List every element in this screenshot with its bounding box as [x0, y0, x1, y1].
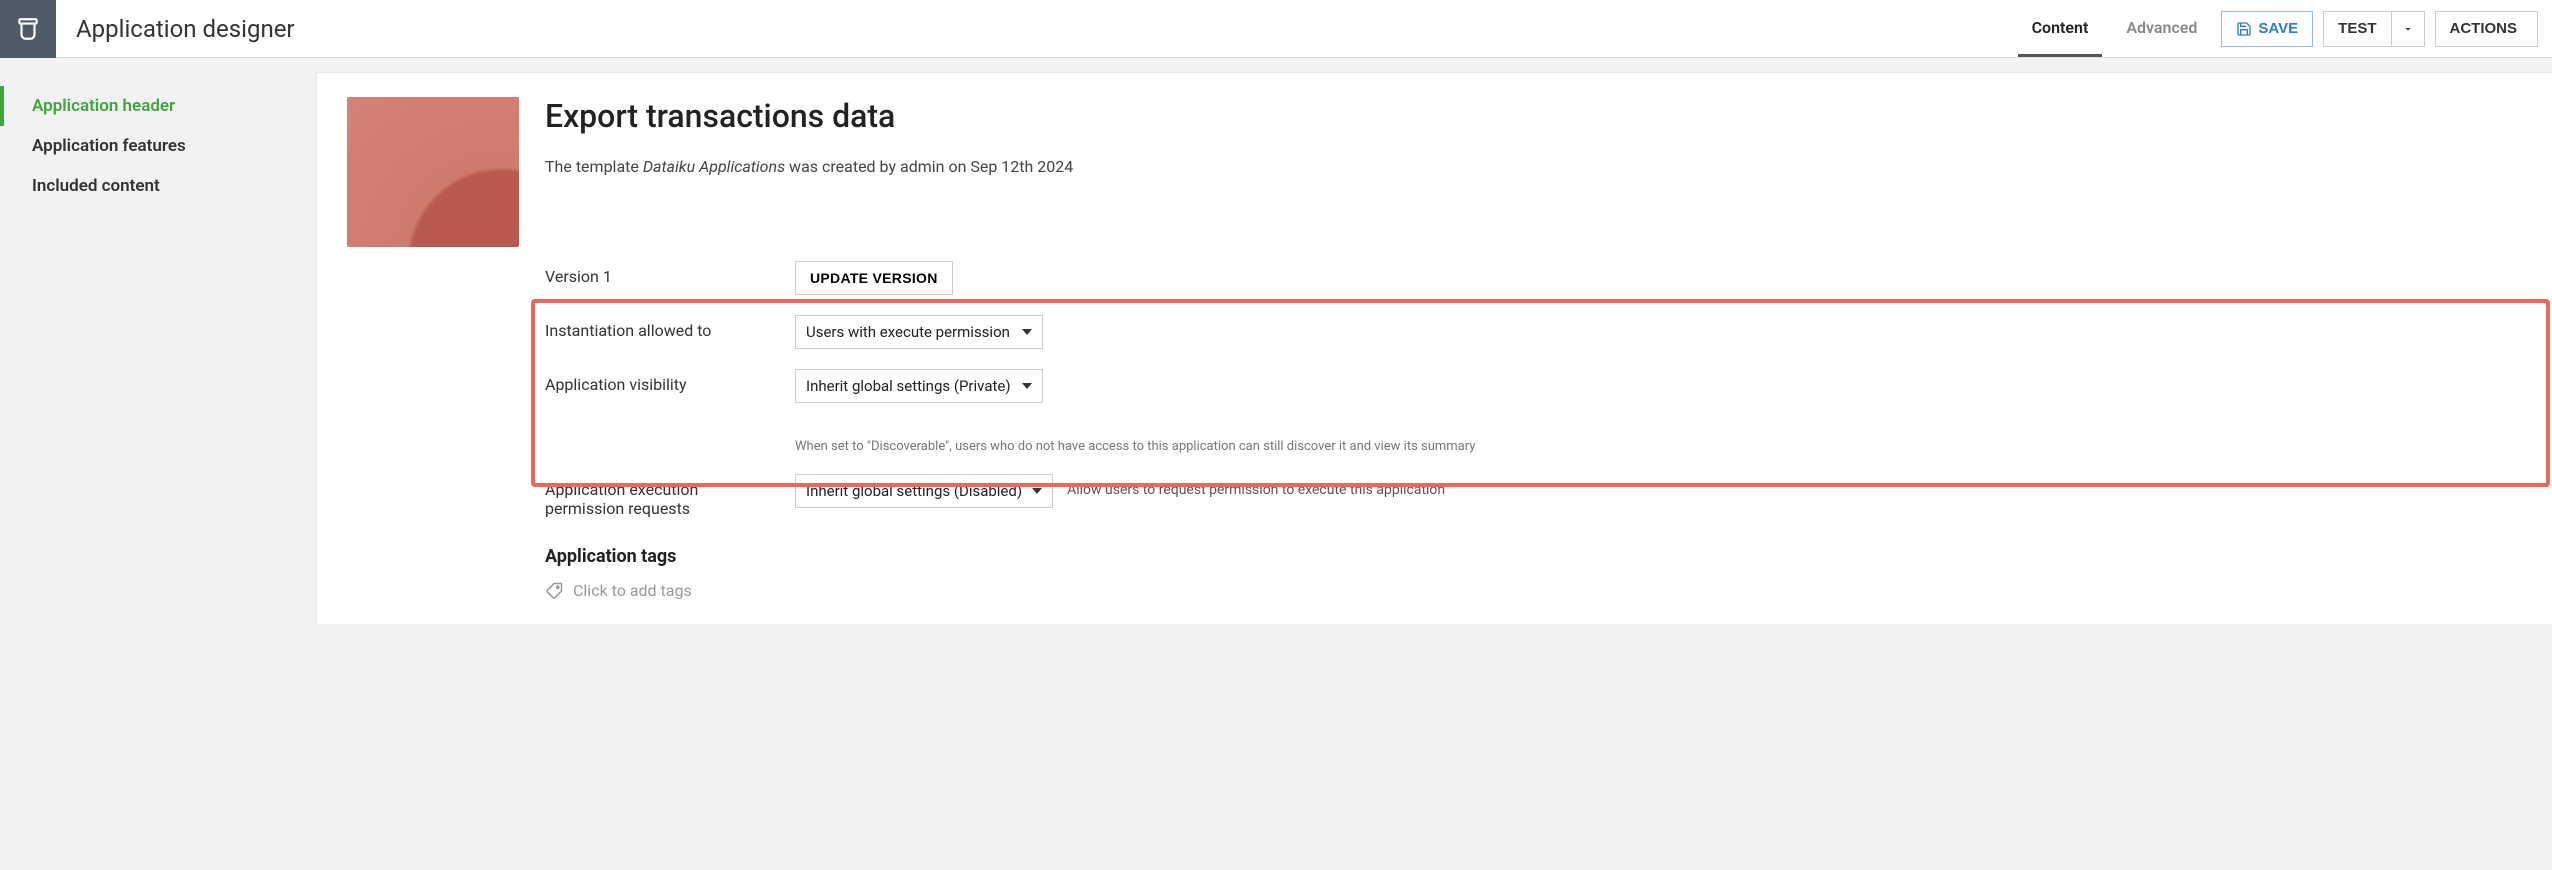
test-dropdown-button[interactable] — [2391, 11, 2425, 47]
save-icon — [2236, 21, 2252, 37]
app-title: Export transactions data — [545, 97, 2522, 135]
sidebar-item-included[interactable]: Included content — [0, 166, 316, 206]
subtitle-template-name: Dataiku Applications — [643, 157, 785, 176]
main-layout: Application header Application features … — [0, 58, 2552, 624]
save-button[interactable]: SAVE — [2221, 11, 2313, 47]
caret-down-icon — [2402, 23, 2414, 35]
select-instantiation[interactable]: Users with execute permission — [795, 315, 1043, 349]
select-visibility-value: Inherit global settings (Private) — [806, 377, 1011, 395]
row-execution: Application execution permission request… — [545, 464, 2522, 528]
hint-execution: Allow users to request permission to exe… — [1067, 474, 1445, 498]
actions-button-label: ACTIONS — [2450, 20, 2518, 37]
tags-section-title: Application tags — [545, 546, 2522, 567]
subtitle-suffix: was created by admin on Sep 12th 2024 — [785, 157, 1073, 176]
tags-row[interactable]: Click to add tags — [545, 581, 2522, 600]
page-title: Application designer — [76, 15, 295, 43]
topbar: Application designer Content Advanced SA… — [0, 0, 2552, 58]
sidebar-item-header[interactable]: Application header — [0, 86, 316, 126]
topbar-actions: Content Advanced SAVE TEST ACTIONS — [2018, 0, 2552, 57]
row-instantiation: Instantiation allowed to Users with exec… — [545, 305, 2522, 359]
select-visibility[interactable]: Inherit global settings (Private) — [795, 369, 1043, 403]
tag-icon — [545, 582, 563, 600]
row-visibility: Application visibility Inherit global se… — [545, 359, 2522, 464]
tab-content[interactable]: Content — [2018, 0, 2103, 57]
select-execution[interactable]: Inherit global settings (Disabled) — [795, 474, 1053, 508]
tags-placeholder: Click to add tags — [573, 581, 692, 600]
app-header-info: Export transactions data The template Da… — [545, 97, 2522, 247]
form-area: Version 1 UPDATE VERSION Instantiation a… — [545, 251, 2522, 600]
main-panel: Export transactions data The template Da… — [316, 72, 2552, 624]
app-header-row: Export transactions data The template Da… — [347, 97, 2522, 247]
app-image[interactable] — [347, 97, 519, 247]
select-execution-value: Inherit global settings (Disabled) — [806, 482, 1022, 500]
app-subtitle: The template Dataiku Applications was cr… — [545, 157, 2522, 176]
app-designer-icon[interactable] — [0, 0, 56, 58]
select-instantiation-value: Users with execute permission — [806, 323, 1010, 341]
actions-button[interactable]: ACTIONS — [2435, 11, 2539, 47]
label-execution: Application execution permission request… — [545, 474, 781, 518]
subtitle-prefix: The template — [545, 157, 643, 176]
sidebar-item-features[interactable]: Application features — [0, 126, 316, 166]
tab-advanced[interactable]: Advanced — [2112, 0, 2211, 57]
test-button-group: TEST — [2323, 11, 2424, 47]
row-version: Version 1 UPDATE VERSION — [545, 251, 2522, 305]
label-version: Version 1 — [545, 261, 781, 286]
hint-visibility: When set to "Discoverable", users who do… — [795, 431, 1475, 454]
save-button-label: SAVE — [2258, 20, 2298, 37]
update-version-button[interactable]: UPDATE VERSION — [795, 261, 953, 295]
test-button[interactable]: TEST — [2323, 11, 2390, 47]
sidebar: Application header Application features … — [0, 58, 316, 624]
label-visibility: Application visibility — [545, 369, 781, 394]
label-instantiation: Instantiation allowed to — [545, 315, 781, 340]
